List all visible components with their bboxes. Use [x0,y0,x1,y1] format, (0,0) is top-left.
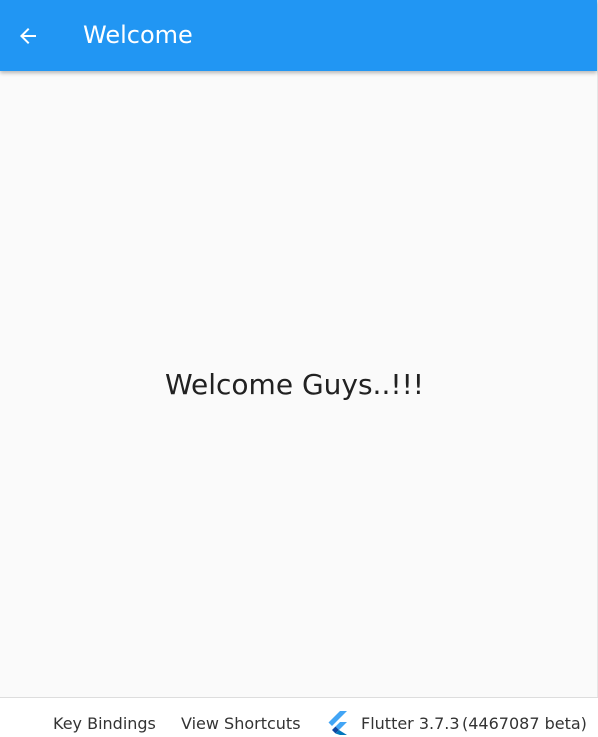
welcome-message: Welcome Guys..!!! [164,367,425,401]
app-window: Welcome Welcome Guys..!!! [0,0,598,697]
arrow-back-icon [20,28,36,44]
view-shortcuts-link[interactable]: View Shortcuts [181,698,301,737]
app-bar: Welcome [0,0,597,71]
page-title: Welcome [83,21,193,49]
status-bar: Key Bindings View Shortcuts Flutter 3.7.… [0,697,598,737]
page-body: Welcome Guys..!!! [0,71,597,697]
back-button[interactable] [8,16,48,56]
flutter-logo-icon [328,711,347,735]
flutter-build: (4467087 beta) [462,714,587,733]
key-bindings-link[interactable]: Key Bindings [53,698,156,737]
flutter-version: Flutter 3.7.3 [361,714,460,733]
